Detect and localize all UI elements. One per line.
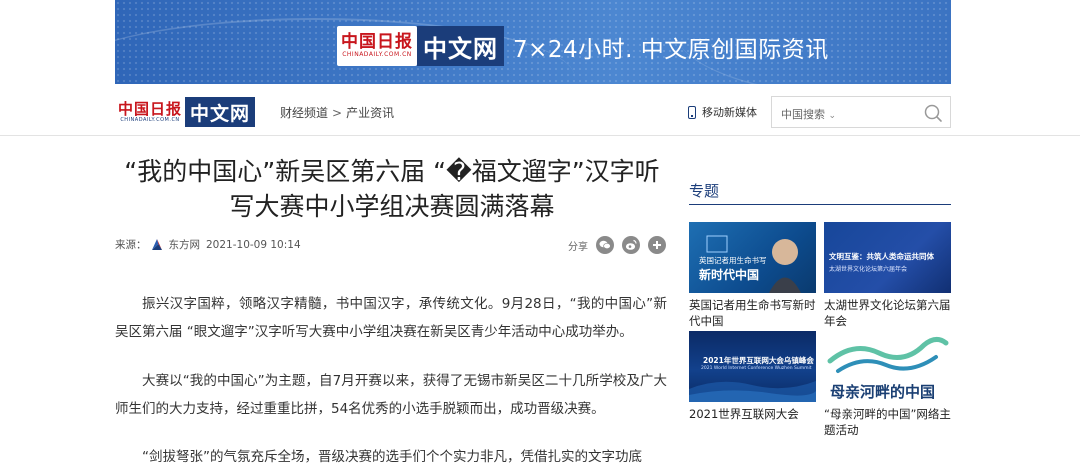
share-label: 分享 xyxy=(568,241,588,253)
breadcrumb-industry-news[interactable]: 产业资讯 xyxy=(346,106,394,120)
top-banner-area: 中国日报 CHINADAILY.COM.CN 中文网 7×24小时. 中文原创国… xyxy=(0,0,1080,92)
topic-thumbnail: 2021年世界互联网大会乌镇峰会 2021 World Internet Con… xyxy=(689,331,816,402)
share-bar: 分享 xyxy=(568,236,674,254)
thumb-text: 太湖世界文化论坛第六届年会 xyxy=(829,266,908,273)
thumb-text: 2021年世界互联网大会乌镇峰会 xyxy=(703,356,814,365)
chevron-down-icon: ⌄ xyxy=(828,111,837,121)
thumb-text: 英国记者用生命书写 xyxy=(699,256,767,265)
wechat-icon xyxy=(599,240,611,250)
thumb-text: 2021 World Internet Conference Wuzhen Su… xyxy=(701,366,812,371)
weibo-icon xyxy=(625,239,637,250)
logo-zhongwenwang: 中文网 xyxy=(417,26,504,66)
ad-banner[interactable]: 中国日报 CHINADAILY.COM.CN 中文网 7×24小时. 中文原创国… xyxy=(115,0,951,84)
topic-thumbnail: 文明互鉴：共筑人类命运共同体 太湖世界文化论坛第六届年会 xyxy=(824,222,951,293)
mobile-media-label: 移动新媒体 xyxy=(702,106,757,119)
sidebar-divider xyxy=(689,204,951,205)
topic-card[interactable]: 文明互鉴：共筑人类命运共同体 太湖世界文化论坛第六届年会 太湖世界文化论坛第六届… xyxy=(824,222,951,329)
logo-english-text: CHINADAILY.COM.CN xyxy=(342,51,412,58)
mobile-media-link[interactable]: 移动新媒体 xyxy=(688,104,757,120)
search-icon[interactable] xyxy=(922,102,944,124)
topic-card[interactable]: 母亲河畔的中国 “母亲河畔的中国”网络主题活动 xyxy=(824,331,951,438)
topic-caption: 2021世界互联网大会 xyxy=(689,407,799,421)
topic-caption: “母亲河畔的中国”网络主题活动 xyxy=(824,407,951,437)
publish-datetime: 2021-10-09 10:14 xyxy=(206,238,301,251)
search-engine-label: 中国搜索 xyxy=(781,108,825,121)
search-input[interactable] xyxy=(844,101,914,123)
chinadaily-logo-mark: 中国日报 CHINADAILY.COM.CN xyxy=(115,97,185,127)
banner-logo: 中国日报 CHINADAILY.COM.CN 中文网 xyxy=(337,26,504,66)
source-logo-icon xyxy=(151,238,162,250)
site-header: 中国日报 CHINADAILY.COM.CN 中文网 财经频道 > 产业资讯 移动新… xyxy=(0,92,1080,136)
article-paragraph: “剑拔弩张”的气氛充斥全场，晋级决赛的选手们个个实力非凡，凭借扎实的文字功底 xyxy=(142,449,642,465)
site-logo[interactable]: 中国日报 CHINADAILY.COM.CN 中文网 xyxy=(115,97,256,127)
article-paragraph: 振兴汉字国粹，领略汉字精髓，书中国汉字，承传统文化。9月28日，“我的中国心”新… xyxy=(115,296,667,340)
source-label: 来源： xyxy=(115,239,147,251)
topic-thumbnail: 英国记者用生命书写 新时代中国 xyxy=(689,222,816,293)
banner-slogan: 7×24小时. 中文原创国际资讯 xyxy=(513,37,829,63)
logo-zhongwenwang: 中文网 xyxy=(185,97,256,127)
sidebar-title-topics: 专题 xyxy=(689,182,720,200)
logo-chinese-text: 中国日报 xyxy=(117,100,182,118)
topic-thumbnail: 母亲河畔的中国 xyxy=(824,331,951,402)
article-title: “我的中国心”新吴区第六届 “�福文遛字”汉字听写大赛中小学组决赛圆满落幕 xyxy=(124,157,660,221)
phone-icon xyxy=(688,105,696,119)
breadcrumb-separator: > xyxy=(332,106,343,120)
topic-caption: 英国记者用生命书写新时代中国 xyxy=(689,298,816,328)
more-share-button[interactable] xyxy=(648,236,666,254)
weibo-share-button[interactable] xyxy=(622,236,640,254)
search-box: 中国搜索 ⌄ xyxy=(771,96,951,128)
plus-icon xyxy=(653,241,661,249)
thumb-text: 母亲河畔的中国 xyxy=(830,383,936,401)
breadcrumb: 财经频道 > 产业资讯 xyxy=(280,104,394,121)
topic-caption: 太湖世界文化论坛第六届年会 xyxy=(824,298,951,328)
breadcrumb-finance-channel[interactable]: 财经频道 xyxy=(280,106,328,120)
article-paragraph: 大赛以“我的中国心”为主题，自7月开赛以来，获得了无锡市新吴区二十几所学校及广大… xyxy=(115,373,667,417)
thumb-text: 文明互鉴：共筑人类命运共同体 xyxy=(829,252,934,261)
logo-english-text: CHINADAILY.COM.CN xyxy=(120,117,180,123)
article-meta: 来源： 东方网 2021-10-09 10:14 xyxy=(115,237,301,252)
topic-card[interactable]: 英国记者用生命书写 新时代中国 英国记者用生命书写新时代中国 xyxy=(689,222,816,329)
logo-chinese-text: 中国日报 xyxy=(341,32,413,52)
chinadaily-logo-mark: 中国日报 CHINADAILY.COM.CN xyxy=(337,26,417,66)
search-engine-select[interactable]: 中国搜索 ⌄ xyxy=(781,106,836,122)
source-name[interactable]: 东方网 xyxy=(169,237,201,252)
wechat-share-button[interactable] xyxy=(596,236,614,254)
topic-card[interactable]: 2021年世界互联网大会乌镇峰会 2021 World Internet Con… xyxy=(689,331,816,422)
thumb-text: 新时代中国 xyxy=(699,268,760,282)
